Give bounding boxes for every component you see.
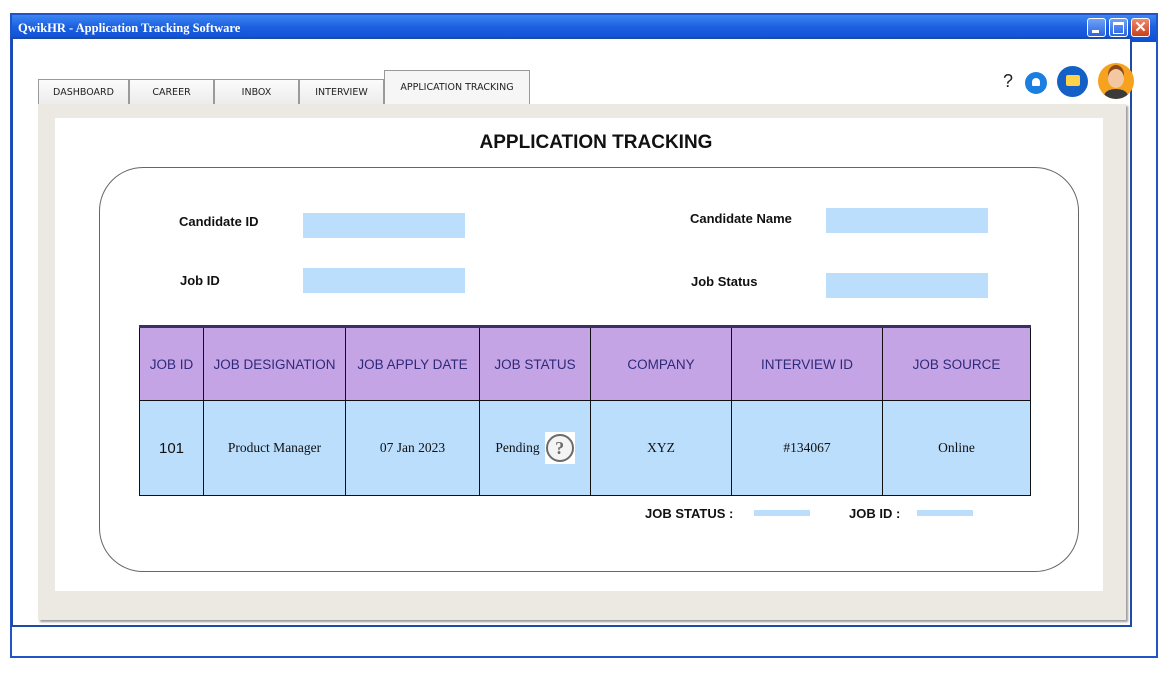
cell-interview-id: #134067: [731, 400, 883, 496]
user-avatar[interactable]: [1098, 63, 1134, 99]
help-icon[interactable]: ?: [1003, 71, 1013, 92]
job-id-field[interactable]: [303, 268, 465, 293]
cell-job-status: Pending ?: [479, 400, 591, 496]
tab-career[interactable]: CAREER: [129, 79, 214, 104]
cell-job-designation: Product Manager: [203, 400, 346, 496]
table-header-row: JOB ID JOB DESIGNATION JOB APPLY DATE JO…: [139, 325, 1031, 401]
footer-job-status-label: JOB STATUS :: [645, 506, 734, 521]
column-header: JOB ID: [139, 325, 204, 401]
column-header: JOB APPLY DATE: [345, 325, 480, 401]
window-title: QwikHR - Application Tracking Software: [18, 21, 241, 35]
applications-table: JOB ID JOB DESIGNATION JOB APPLY DATE JO…: [139, 325, 1031, 496]
status-help-icon[interactable]: ?: [544, 432, 575, 464]
column-header: INTERVIEW ID: [731, 325, 883, 401]
chat-icon[interactable]: [1057, 66, 1088, 97]
cell-job-source: Online: [882, 400, 1031, 496]
candidate-id-field[interactable]: [303, 213, 465, 238]
column-header: JOB DESIGNATION: [203, 325, 346, 401]
job-status-field[interactable]: [826, 273, 988, 298]
close-button[interactable]: ✕: [1131, 18, 1150, 37]
candidate-name-field[interactable]: [826, 208, 988, 233]
footer-job-id-label: JOB ID :: [849, 506, 901, 521]
column-header: JOB STATUS: [479, 325, 591, 401]
maximize-button[interactable]: [1109, 18, 1128, 37]
footer-job-status-value: [754, 510, 810, 516]
status-wrapper: Pending ?: [495, 432, 575, 464]
cell-company: XYZ: [590, 400, 732, 496]
close-icon: ✕: [1134, 19, 1147, 36]
page-title: APPLICATION TRACKING: [479, 132, 713, 153]
tab-application-tracking[interactable]: APPLICATION TRACKING: [384, 70, 530, 104]
status-text: Pending: [495, 440, 540, 455]
question-glyph: ?: [555, 438, 565, 458]
tab-dashboard[interactable]: DASHBOARD: [38, 79, 129, 104]
column-header: COMPANY: [590, 325, 732, 401]
job-id-label: Job ID: [180, 273, 220, 288]
job-status-label: Job Status: [691, 274, 758, 289]
column-header: JOB SOURCE: [882, 325, 1031, 401]
minimize-button[interactable]: [1087, 18, 1106, 37]
table-row[interactable]: 101 Product Manager 07 Jan 2023 Pending …: [139, 400, 1031, 496]
candidate-id-label: Candidate ID: [179, 214, 259, 229]
tab-inbox[interactable]: INBOX: [214, 79, 299, 104]
candidate-name-label: Candidate Name: [690, 211, 792, 226]
footer-job-id-value: [917, 510, 973, 516]
tab-interview[interactable]: INTERVIEW: [299, 79, 384, 104]
cell-job-apply-date: 07 Jan 2023: [345, 400, 480, 496]
notification-bell-icon[interactable]: [1025, 72, 1047, 94]
cell-job-id: 101: [139, 400, 204, 496]
